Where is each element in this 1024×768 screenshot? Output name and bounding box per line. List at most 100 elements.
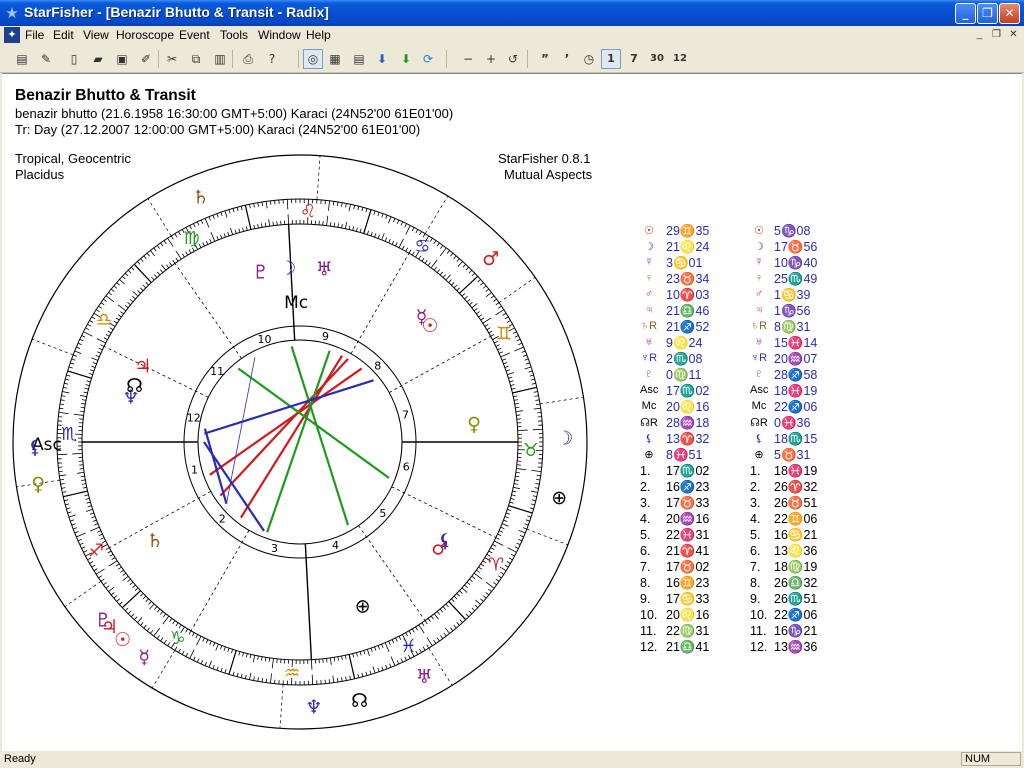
planet-row: Asc 17♏02 Asc 18♓19 bbox=[640, 384, 830, 400]
menu-file[interactable]: File bbox=[25, 28, 44, 42]
mdi-restore-icon[interactable]: ❐ bbox=[989, 28, 1004, 42]
arrow-down-green-icon[interactable]: ⬇ bbox=[396, 49, 416, 69]
menu-tools[interactable]: Tools bbox=[220, 28, 248, 42]
zodiac-tick bbox=[357, 206, 360, 211]
aspect-grid-icon[interactable]: ▦ bbox=[325, 49, 345, 69]
transit-cusp: 18♓19 bbox=[774, 464, 818, 478]
arrow-down-blue-icon[interactable]: ⬇ bbox=[372, 49, 392, 69]
zodiac-tick bbox=[453, 624, 457, 629]
transit-position: 25♏49 bbox=[774, 272, 818, 286]
menu-horoscope[interactable]: Horoscope bbox=[116, 28, 174, 42]
print-icon[interactable]: ⎙ bbox=[238, 49, 258, 69]
zodiac-tick bbox=[471, 575, 476, 579]
sign-boundary bbox=[228, 650, 237, 675]
zodiac-tick bbox=[513, 483, 518, 485]
planet-symbol: ⚸ bbox=[644, 433, 654, 445]
save-icon[interactable]: ▣ bbox=[112, 49, 132, 69]
chart-window: Benazir Bhutto & Transit benazir bhutto … bbox=[2, 73, 1022, 751]
new-document-icon[interactable]: ▯ bbox=[64, 49, 84, 69]
step-30-icon[interactable]: 30 bbox=[647, 49, 667, 69]
step-7-icon[interactable]: 7 bbox=[624, 49, 644, 69]
zodiac-tick bbox=[507, 547, 517, 553]
step-12-icon[interactable]: 12 bbox=[670, 49, 690, 69]
menu-event[interactable]: Event bbox=[179, 28, 210, 42]
mdi-minimize-icon[interactable]: _ bbox=[972, 28, 987, 42]
transit-cusp: 18♍19 bbox=[774, 560, 818, 574]
natal-cusp: 20♌16 bbox=[666, 608, 710, 622]
copy-icon[interactable]: ⧉ bbox=[186, 49, 206, 69]
zodiac-tick bbox=[381, 233, 385, 241]
refresh-icon[interactable]: ⟳ bbox=[418, 49, 438, 69]
zodiac-tick bbox=[508, 376, 513, 379]
zodiac-tick bbox=[146, 252, 150, 257]
help-icon[interactable]: ? bbox=[262, 49, 282, 69]
zodiac-tick bbox=[453, 255, 457, 260]
zodiac-tick bbox=[349, 675, 351, 680]
natal-cusp: 17♋33 bbox=[666, 592, 710, 606]
window-titlebar[interactable]: ★ StarFisher - [Benazir Bhutto & Transit… bbox=[0, 0, 1024, 26]
step-back-icon[interactable]: ” bbox=[535, 49, 555, 69]
properties-icon[interactable]: ✐ bbox=[136, 49, 156, 69]
zodiac-tick bbox=[130, 613, 135, 618]
new-horoscope-icon[interactable]: ▤ bbox=[12, 49, 32, 69]
natal-position: 23♉34 bbox=[666, 272, 710, 286]
undo-icon[interactable]: ↺ bbox=[503, 49, 523, 69]
zoom-in-icon[interactable]: + bbox=[481, 49, 501, 69]
transit-cusp-line bbox=[539, 396, 584, 405]
zodiac-tick bbox=[107, 550, 112, 554]
maximize-button[interactable]: ❐ bbox=[977, 3, 998, 24]
zodiac-tick bbox=[81, 546, 86, 549]
zodiac-tick bbox=[83, 550, 88, 553]
open-folder-icon[interactable]: ▰ bbox=[88, 49, 108, 69]
paste-icon[interactable]: ▥ bbox=[210, 49, 230, 69]
mdi-close-icon[interactable]: ✕ bbox=[1006, 28, 1021, 42]
natal-position: 13♈32 bbox=[666, 432, 710, 446]
zodiac-tick bbox=[223, 233, 226, 238]
zodiac-tick bbox=[448, 279, 452, 283]
transit-cusp: 26♏51 bbox=[774, 592, 818, 606]
zodiac-tick bbox=[65, 378, 70, 381]
planet-symbol-transit: ♃ bbox=[754, 304, 764, 316]
zodiac-tick bbox=[105, 334, 110, 337]
status-bar: Ready NUM bbox=[0, 751, 1024, 768]
house-number: 3 bbox=[271, 542, 278, 555]
zodiac-tick bbox=[238, 228, 241, 233]
horoscope-wheel[interactable]: ♈♉♊♋♌♍♎♏♐♑♒♓123 456789101112AscMc☉☽☿♀♂♃♄♅… bbox=[2, 74, 602, 751]
clock-icon[interactable]: ◷ bbox=[579, 49, 599, 69]
aspect-line bbox=[237, 367, 390, 479]
zodiac-tick bbox=[436, 269, 441, 273]
house-row: 2. 16♐23 2. 26♈32 bbox=[640, 480, 830, 496]
menu-view[interactable]: View bbox=[83, 28, 109, 42]
zodiac-tick bbox=[514, 346, 524, 352]
minimize-button[interactable]: _ bbox=[955, 3, 976, 24]
menu-edit[interactable]: Edit bbox=[53, 28, 74, 42]
zodiac-tick bbox=[476, 569, 480, 573]
zodiac-tick bbox=[498, 351, 503, 354]
zodiac-tick bbox=[105, 295, 115, 303]
edit-person-icon[interactable]: ✎ bbox=[36, 49, 56, 69]
sign-boundary bbox=[348, 654, 356, 679]
menu-help[interactable]: Help bbox=[306, 28, 331, 42]
zodiac-tick bbox=[234, 229, 237, 234]
planet-symbol-transit: Asc bbox=[750, 384, 769, 396]
cut-icon[interactable]: ✂ bbox=[162, 49, 182, 69]
step-1-icon[interactable]: 1 bbox=[601, 49, 621, 69]
menu-bar: ✦ File Edit View Horoscope Event Tools W… bbox=[0, 26, 1024, 45]
zoom-out-icon[interactable]: − bbox=[458, 49, 478, 69]
zodiac-tick bbox=[356, 652, 358, 657]
house-row: 8. 16♊23 8. 26♎32 bbox=[640, 576, 830, 592]
document-icon[interactable]: ✦ bbox=[4, 27, 20, 43]
report-icon[interactable]: ▤ bbox=[349, 49, 369, 69]
house-number: 5. bbox=[640, 528, 651, 542]
zodiac-tick bbox=[153, 247, 157, 252]
zodiac-tick bbox=[151, 276, 155, 281]
step-forward-icon[interactable]: ’ bbox=[557, 49, 577, 69]
zodiac-tick bbox=[86, 380, 91, 383]
house-number: 2. bbox=[640, 480, 651, 494]
house-cusp-line bbox=[350, 253, 410, 354]
zodiac-tick bbox=[62, 391, 70, 394]
close-button[interactable]: ✕ bbox=[999, 3, 1020, 24]
zodiac-tick bbox=[100, 302, 105, 306]
wheel-view-icon[interactable]: ◎ bbox=[303, 49, 323, 69]
menu-window[interactable]: Window bbox=[258, 28, 301, 42]
